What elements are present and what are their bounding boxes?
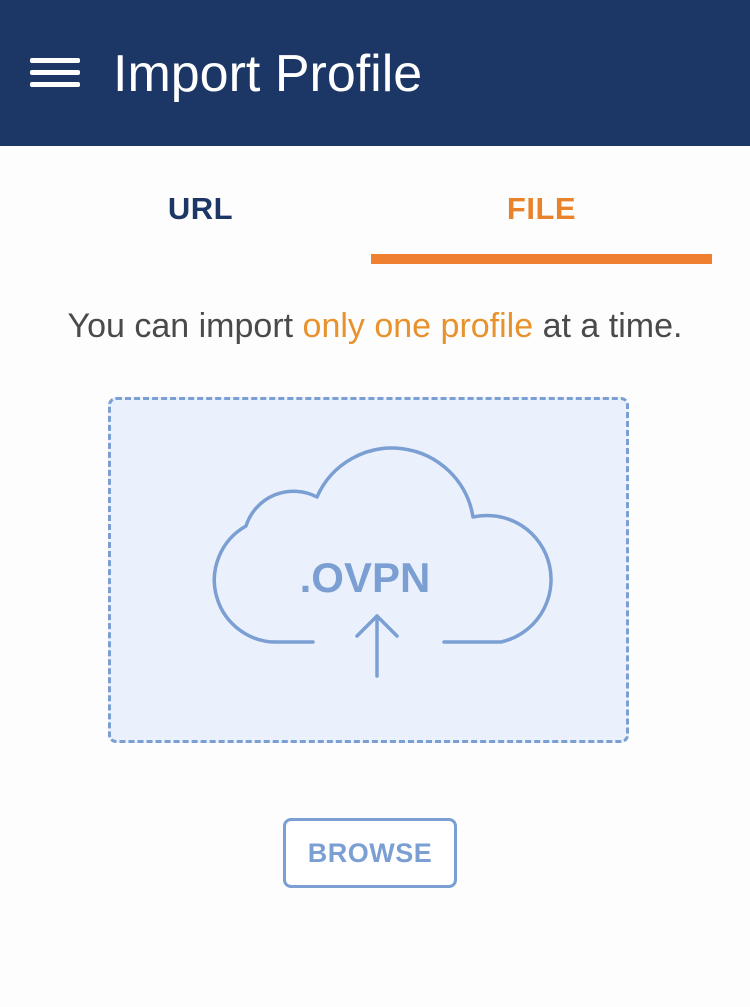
menu-button[interactable] [22,46,84,100]
active-tab-indicator [371,254,712,264]
file-type-label: .OVPN [300,554,431,601]
tab-url[interactable]: URL [30,146,371,266]
tab-bar: URL FILE [30,146,712,266]
file-dropzone[interactable]: .OVPN [108,397,629,743]
cloud-upload-icon: .OVPN [212,446,553,678]
browse-button[interactable]: BROWSE [283,818,457,888]
import-profile-screen: Import Profile URL FILE You can import o… [0,0,750,1007]
tab-url-label: URL [167,191,234,226]
info-prefix: You can import [67,307,303,345]
page-title: Import Profile [113,45,423,103]
info-suffix: at a time. [533,307,683,345]
tab-file[interactable]: FILE [371,146,712,266]
tab-file-label: FILE [506,191,577,226]
import-info-text: You can import only one profile at a tim… [0,307,750,346]
app-header: Import Profile [0,0,750,146]
info-highlight: only one profile [302,307,534,345]
